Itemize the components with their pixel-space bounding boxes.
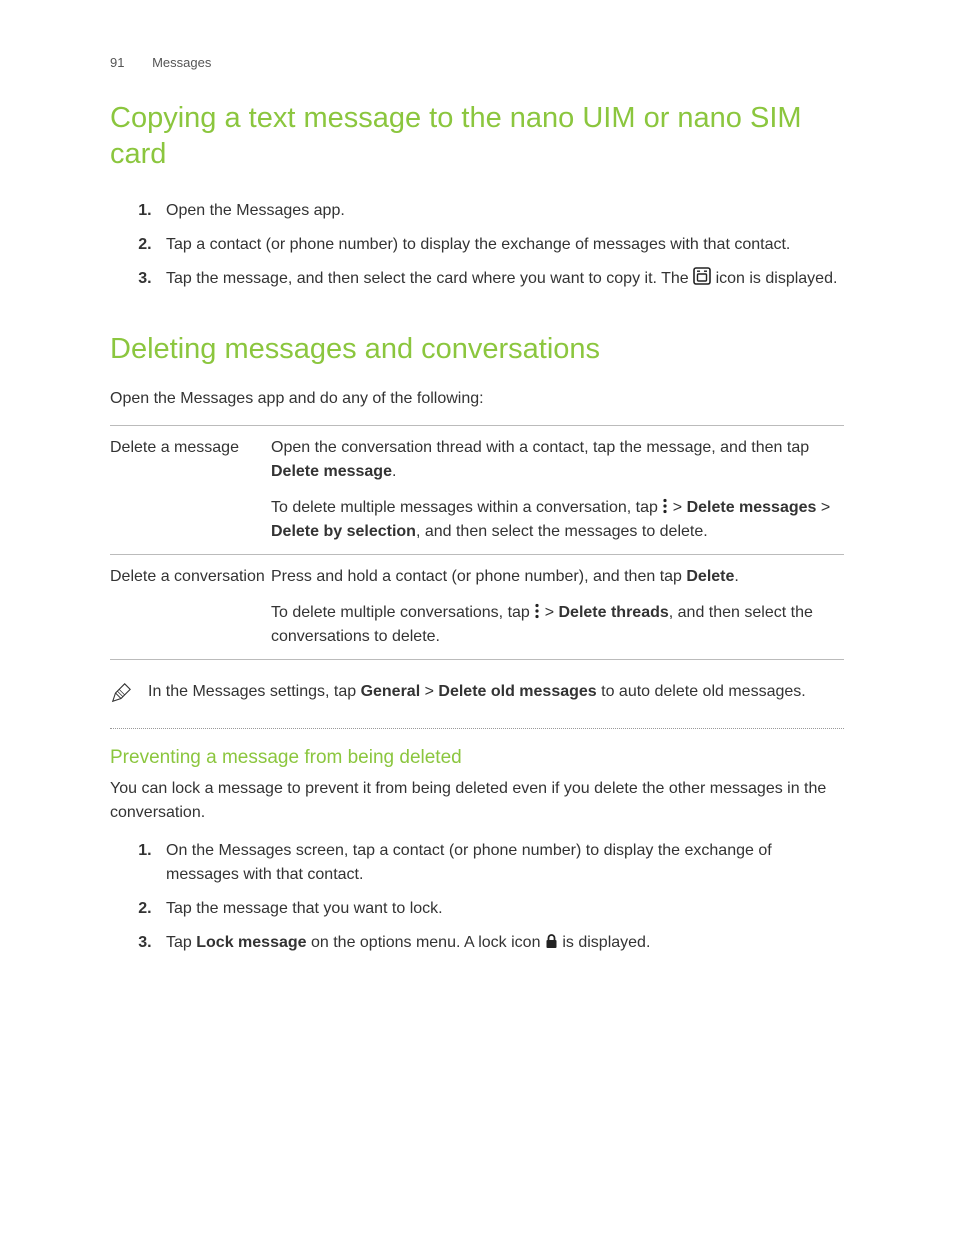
heading-prevent-delete: Preventing a message from being deleted (110, 747, 844, 769)
note-text: In the Messages settings, tap General > … (148, 680, 806, 704)
note-block: In the Messages settings, tap General > … (110, 680, 844, 729)
table-row: Delete a message Open the conversation t… (110, 425, 844, 554)
heading-deleting: Deleting messages and conversations (110, 331, 844, 367)
sim-card-icon (693, 267, 711, 285)
pencil-icon (110, 680, 148, 712)
step-item: Tap Lock message on the options menu. A … (156, 931, 844, 955)
cell-paragraph: To delete multiple messages within a con… (271, 496, 838, 544)
page-header: 91 Messages (110, 55, 844, 70)
row-label: Delete a message (110, 425, 271, 554)
steps-prevent-delete: On the Messages screen, tap a contact (o… (110, 839, 844, 955)
step-item: On the Messages screen, tap a contact (o… (156, 839, 844, 887)
row-content: Open the conversation thread with a cont… (271, 425, 844, 554)
lock-icon (545, 934, 558, 949)
cell-paragraph: Open the conversation thread with a cont… (271, 436, 838, 484)
step-item: Tap the message, and then select the car… (156, 267, 844, 291)
row-label: Delete a conversation (110, 554, 271, 659)
deletion-table: Delete a message Open the conversation t… (110, 425, 844, 660)
intro-text: You can lock a message to prevent it fro… (110, 777, 844, 825)
page-number: 91 (110, 55, 124, 70)
step-item: Tap the message that you want to lock. (156, 897, 844, 921)
cell-paragraph: To delete multiple conversations, tap > … (271, 601, 838, 649)
document-page: 91 Messages Copying a text message to th… (0, 0, 954, 1025)
step-text: icon is displayed. (716, 270, 838, 287)
cell-paragraph: Press and hold a contact (or phone numbe… (271, 565, 838, 589)
table-row: Delete a conversation Press and hold a c… (110, 554, 844, 659)
heading-copy-to-sim: Copying a text message to the nano UIM o… (110, 100, 844, 173)
steps-copy-to-sim: Open the Messages app. Tap a contact (or… (110, 199, 844, 291)
section-name: Messages (152, 55, 211, 70)
step-item: Open the Messages app. (156, 199, 844, 223)
step-text: Tap the message, and then select the car… (166, 270, 693, 287)
intro-text: Open the Messages app and do any of the … (110, 387, 844, 411)
row-content: Press and hold a contact (or phone numbe… (271, 554, 844, 659)
step-item: Tap a contact (or phone number) to displ… (156, 233, 844, 257)
